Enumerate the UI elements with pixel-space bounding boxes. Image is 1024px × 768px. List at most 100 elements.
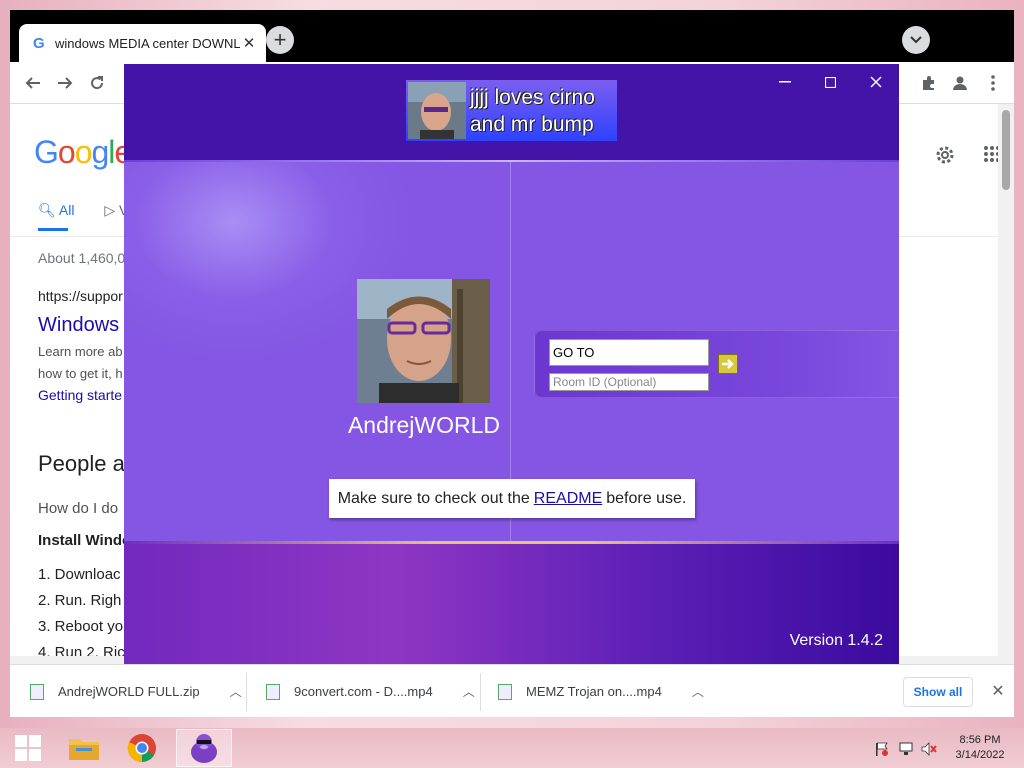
banner-photo-icon <box>408 82 466 139</box>
step-2: 2. Run. Righ <box>38 592 122 609</box>
speaker-muted-icon <box>921 742 937 756</box>
close-downloads-icon[interactable]: ✕ <box>988 681 1008 701</box>
app-footer: Version 1.4.2 <box>124 544 899 664</box>
tab-search-button[interactable] <box>902 26 930 54</box>
result-stats: About 1,460,0 <box>38 250 126 266</box>
scrollbar-thumb[interactable] <box>1002 110 1010 190</box>
extensions-button[interactable] <box>916 70 942 96</box>
reload-icon <box>91 76 104 90</box>
download-item-2[interactable]: 9convert.com - D....mp4 ︿ <box>266 665 475 717</box>
result-snippet-1: Learn more ab <box>38 344 123 359</box>
answer-heading: Install Windo <box>38 532 132 549</box>
forward-button[interactable] <box>52 70 78 96</box>
download-name-3: MEMZ Trojan on....mp4 <box>526 684 662 699</box>
menu-button[interactable] <box>980 70 1006 96</box>
readme-text-after: before use. <box>606 489 687 507</box>
action-center-flag-icon[interactable] <box>874 741 890 757</box>
network-icon-glyph <box>899 742 913 755</box>
chevron-down-icon <box>910 36 922 44</box>
banner: jjjj loves cirno and mr bump <box>406 80 617 141</box>
go-button[interactable] <box>718 354 738 374</box>
profile-button[interactable] <box>947 70 973 96</box>
join-panel <box>534 330 899 398</box>
people-also-ask-heading: People a <box>38 451 125 476</box>
system-clock[interactable]: 8:56 PM 3/14/2022 <box>944 733 1016 763</box>
step-3: 3. Reboot yo <box>38 618 124 635</box>
app-body: AndrejWORLD Make sure to check out the R… <box>124 162 899 542</box>
volume-muted-icon[interactable] <box>921 741 937 757</box>
chevron-up-icon[interactable]: ︿ <box>230 683 242 700</box>
network-icon[interactable] <box>898 741 914 757</box>
puzzle-icon <box>923 76 934 90</box>
arrow-right-icon <box>722 359 734 369</box>
clock-time: 8:56 PM <box>959 734 1001 746</box>
reload-button[interactable] <box>84 70 110 96</box>
chevron-up-icon[interactable]: ︿ <box>692 683 704 700</box>
taskbar: 8:56 PM 3/14/2022 <box>0 728 1024 768</box>
person-icon <box>953 76 967 90</box>
show-all-button[interactable]: Show all <box>903 677 973 707</box>
tab-all[interactable]: 🔍︎ All <box>38 202 74 218</box>
tab-strip: G windows MEDIA center DOWNLOAD - Google… <box>10 10 1014 62</box>
goto-input[interactable] <box>549 339 709 366</box>
close-icon <box>870 76 882 88</box>
download-name-1: AndrejWORLD FULL.zip <box>58 684 200 699</box>
result-title-link[interactable]: Windows <box>38 314 119 337</box>
windows-logo-icon <box>15 735 41 761</box>
more-vert-icon <box>991 75 995 91</box>
username-label: AndrejWORLD <box>347 412 501 438</box>
maximize-icon <box>824 76 836 88</box>
step-1: 1. Downloac <box>38 566 121 583</box>
question-1[interactable]: How do I do <box>38 500 118 517</box>
download-item-3[interactable]: MEMZ Trojan on....mp4 ︿ <box>498 665 704 717</box>
search-tabs: 🔍︎ All ▷ V <box>38 202 128 231</box>
result-snippet-2: how to get it, h <box>38 366 123 381</box>
banner-text: jjjj loves cirno and mr bump <box>470 85 595 136</box>
tab-google-search[interactable]: G windows MEDIA center DOWNLOAD - Google… <box>19 24 266 62</box>
tab-all-label: All <box>58 202 75 218</box>
new-tab-button[interactable]: + <box>266 26 294 54</box>
download-name-2: 9convert.com - D....mp4 <box>294 684 433 699</box>
clock-date: 3/14/2022 <box>955 749 1005 761</box>
google-favicon-icon: G <box>33 34 45 52</box>
readme-notice: Make sure to check out the README before… <box>329 479 695 518</box>
arrow-left-icon <box>25 77 40 89</box>
download-item-1[interactable]: AndrejWORLD FULL.zip ︿ <box>30 665 242 717</box>
video-file-icon <box>266 683 280 700</box>
readme-link[interactable]: README <box>534 490 602 508</box>
avatar <box>357 279 490 403</box>
chrome-taskbar-button[interactable] <box>114 729 170 767</box>
arrow-right-icon <box>58 77 73 89</box>
back-button[interactable] <box>20 70 46 96</box>
getting-started-link[interactable]: Getting starte <box>38 387 122 403</box>
chevron-up-icon[interactable]: ︿ <box>463 683 475 700</box>
downloads-bar: AndrejWORLD FULL.zip ︿ 9convert.com - D.… <box>10 664 1014 717</box>
start-button[interactable] <box>0 729 56 767</box>
zip-file-icon <box>30 683 44 700</box>
maximize-button[interactable] <box>812 68 848 96</box>
chrome-icon <box>127 734 156 763</box>
tab-title: windows MEDIA center DOWNLOAD - Google S… <box>55 35 240 51</box>
video-file-icon <box>498 683 512 700</box>
vertical-scrollbar[interactable] <box>998 104 1014 664</box>
andrejworld-taskbar-button[interactable] <box>176 729 232 767</box>
result-url[interactable]: https://suppor <box>38 288 123 304</box>
google-logo[interactable]: Google <box>34 134 132 171</box>
room-id-input[interactable] <box>549 373 709 391</box>
minimize-button[interactable] <box>767 68 803 96</box>
separator <box>480 673 481 711</box>
gear-icon <box>936 146 954 164</box>
folder-icon <box>69 739 99 760</box>
app-header: jjjj loves cirno and mr bump <box>124 64 899 161</box>
version-label: Version 1.4.2 <box>789 632 883 649</box>
flag-icon <box>876 742 888 756</box>
separator <box>246 673 247 711</box>
close-button[interactable] <box>858 68 894 96</box>
settings-button[interactable] <box>932 142 958 168</box>
file-explorer-button[interactable] <box>56 729 112 767</box>
readme-text-before: Make sure to check out the <box>337 489 530 507</box>
andrejworld-window: jjjj loves cirno and mr bump AndrejWORLD <box>124 64 899 664</box>
minimize-icon <box>779 81 791 83</box>
purple-gorilla-icon <box>191 734 217 763</box>
close-tab-icon[interactable]: ✕ <box>240 34 258 52</box>
